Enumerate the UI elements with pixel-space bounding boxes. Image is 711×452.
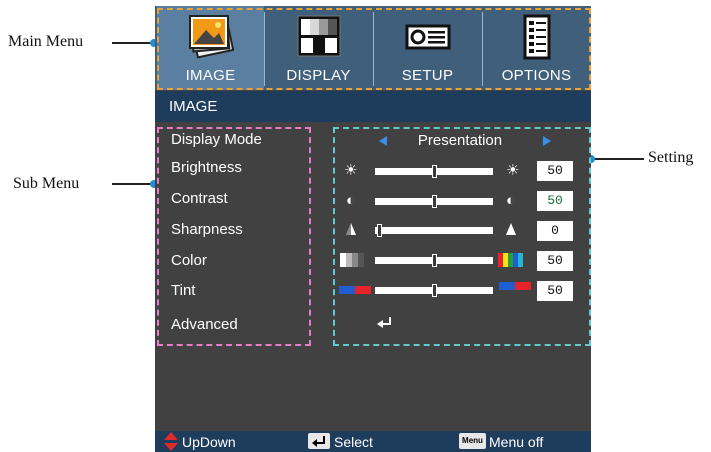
- sub-menu-callout-line: [112, 183, 154, 185]
- submenu-item-display-mode[interactable]: Display Mode: [171, 131, 262, 148]
- section-title-bar: IMAGE: [155, 91, 591, 122]
- brightness-low-icon: ☀: [344, 162, 358, 179]
- brightness-slider-thumb[interactable]: [432, 165, 437, 178]
- updown-arrows-icon: [164, 432, 178, 451]
- color-low-icon: [340, 253, 364, 267]
- tint-value: 50: [537, 281, 573, 301]
- main-menu-callout: Main Menu: [8, 33, 84, 50]
- tint-slider-thumb[interactable]: [432, 284, 437, 297]
- contrast-low-icon: ◐: [346, 192, 356, 209]
- sharpness-high-icon: [506, 223, 516, 235]
- projector-icon: [405, 24, 451, 50]
- footer-select-label: Select: [334, 434, 373, 450]
- osd-window: IMAGE DISPLAY SETUP OPTIONS IMAGE Displa…: [155, 6, 591, 452]
- brightness-value: 50: [537, 161, 573, 181]
- sharpness-low-icon: [346, 223, 356, 235]
- sub-menu-callout: Sub Menu: [13, 175, 80, 192]
- color-slider-thumb[interactable]: [432, 254, 437, 267]
- submenu-item-brightness[interactable]: Brightness: [171, 159, 242, 176]
- tab-options[interactable]: OPTIONS: [483, 6, 590, 90]
- main-menu-callout-line: [112, 42, 154, 44]
- enter-icon[interactable]: [377, 317, 393, 329]
- submenu-item-sharpness[interactable]: Sharpness: [171, 221, 243, 238]
- submenu-item-advanced[interactable]: Advanced: [171, 316, 238, 333]
- footer-menu-off-label: Menu off: [489, 434, 544, 450]
- footer-updown-label: UpDown: [182, 434, 236, 450]
- tab-image-label: IMAGE: [185, 67, 236, 84]
- submenu-item-contrast[interactable]: Contrast: [171, 190, 228, 207]
- submenu-item-color[interactable]: Color: [171, 252, 207, 269]
- menu-key-icon: Menu: [459, 433, 486, 449]
- settings-panel: Presentation ☀ ☀ 50 ◐ ◐ 50 0 50 50: [333, 127, 591, 346]
- tab-options-label: OPTIONS: [501, 67, 572, 84]
- arrow-left-icon[interactable]: [379, 136, 387, 146]
- sharpness-value: 0: [537, 221, 573, 241]
- submenu-item-tint[interactable]: Tint: [171, 282, 195, 299]
- display-icon: [297, 15, 341, 57]
- tint-low-icon: [339, 286, 371, 294]
- tint-high-icon: [499, 282, 531, 290]
- sharpness-slider-thumb[interactable]: [377, 224, 382, 237]
- contrast-value: 50: [537, 191, 573, 211]
- display-mode-value[interactable]: Presentation: [395, 132, 525, 149]
- tab-image[interactable]: IMAGE: [157, 6, 264, 90]
- options-icon: [523, 14, 551, 60]
- setting-callout-line: [592, 158, 644, 160]
- brightness-high-icon: ☀: [506, 162, 520, 179]
- setting-callout: Setting: [648, 149, 694, 166]
- image-icon: [189, 15, 234, 59]
- tab-display[interactable]: DISPLAY: [265, 6, 372, 90]
- enter-key-icon: [308, 433, 330, 449]
- contrast-high-icon: ◐: [506, 192, 516, 209]
- sub-menu: Display Mode Brightness Contrast Sharpne…: [157, 127, 311, 346]
- sharpness-slider[interactable]: [375, 227, 493, 234]
- color-value: 50: [537, 251, 573, 271]
- footer-bar: UpDown Select Menu Menu off: [155, 431, 591, 452]
- color-high-icon: [498, 253, 523, 267]
- section-title: IMAGE: [169, 98, 218, 115]
- contrast-slider-thumb[interactable]: [432, 195, 437, 208]
- tab-setup[interactable]: SETUP: [374, 6, 481, 90]
- tab-setup-label: SETUP: [401, 67, 454, 84]
- tab-display-label: DISPLAY: [286, 67, 351, 84]
- arrow-right-icon[interactable]: [543, 136, 551, 146]
- main-menu: IMAGE DISPLAY SETUP OPTIONS: [155, 6, 591, 90]
